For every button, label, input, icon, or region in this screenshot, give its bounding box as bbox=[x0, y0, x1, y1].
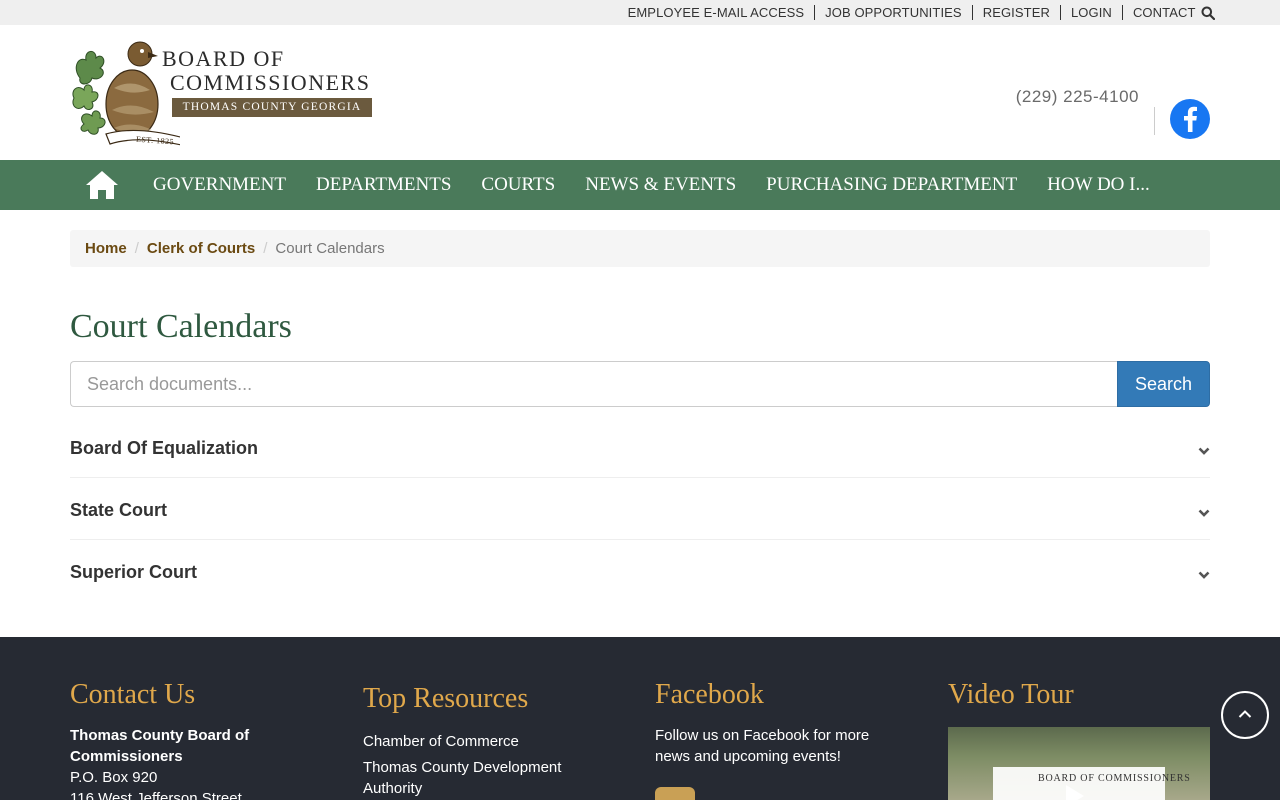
chevron-down-icon bbox=[1198, 571, 1210, 579]
contact-link[interactable]: CONTACT bbox=[1121, 4, 1219, 21]
search-icon[interactable] bbox=[1201, 6, 1215, 21]
logo-line-2: COMMISSIONERS bbox=[170, 70, 371, 95]
footer-facebook-heading: Facebook bbox=[655, 679, 764, 710]
resource-development-authority-link[interactable]: Thomas County Development Authority bbox=[363, 757, 603, 799]
footer-contact-heading: Contact Us bbox=[70, 679, 196, 710]
county-logo[interactable]: BOARD OF COMMISSIONERS THOMAS COUNTY GEO… bbox=[70, 38, 375, 150]
document-search: Search bbox=[70, 361, 1210, 407]
breadcrumb-current: Court Calendars bbox=[275, 240, 385, 257]
contact-link-label: CONTACT bbox=[1132, 4, 1196, 20]
site-footer: Contact Us Thomas County Board of Commis… bbox=[0, 637, 1280, 800]
footer-org-name: Thomas County Board of Commissioners bbox=[70, 727, 250, 765]
nav-government[interactable]: GOVERNMENT bbox=[153, 174, 286, 196]
utility-links: EMPLOYEE E-MAIL ACCESS JOB OPPORTUNITIES… bbox=[618, 0, 1219, 25]
site-header: BOARD OF COMMISSIONERS THOMAS COUNTY GEO… bbox=[0, 25, 1280, 160]
chevron-down-icon bbox=[1198, 447, 1210, 455]
video-thumb-text: BOARD OF COMMISSIONERS bbox=[1038, 773, 1191, 784]
logo-band: THOMAS COUNTY GEORGIA bbox=[172, 98, 372, 117]
breadcrumb: Home / Clerk of Courts / Court Calendars bbox=[70, 230, 1210, 267]
search-input[interactable] bbox=[70, 361, 1117, 407]
nav-news-events[interactable]: NEWS & EVENTS bbox=[585, 174, 736, 196]
accordion-superior-court[interactable]: Superior Court bbox=[70, 540, 1210, 602]
footer-address-2: 116 West Jefferson Street bbox=[70, 790, 242, 800]
footer-facebook-text: Follow us on Facebook for more news and … bbox=[655, 727, 870, 765]
accordion-state-court[interactable]: State Court bbox=[70, 478, 1210, 540]
facebook-icon bbox=[1184, 106, 1197, 132]
resource-chamber-link[interactable]: Chamber of Commerce bbox=[363, 731, 603, 752]
chevron-up-icon bbox=[1238, 710, 1252, 718]
logo-line-1: BOARD OF bbox=[162, 46, 285, 71]
footer-contact: Contact Us Thomas County Board of Commis… bbox=[70, 679, 320, 800]
footer-resources-list: Chamber of Commerce Thomas County Develo… bbox=[363, 731, 603, 799]
breadcrumb-separator: / bbox=[263, 240, 268, 257]
scroll-to-top-button[interactable] bbox=[1221, 691, 1269, 739]
nav-how-do-i[interactable]: HOW DO I... bbox=[1047, 174, 1150, 196]
header-divider bbox=[1154, 107, 1155, 135]
play-icon bbox=[1066, 785, 1084, 800]
nav-courts[interactable]: COURTS bbox=[481, 174, 555, 196]
accordion-label: State Court bbox=[70, 500, 168, 520]
employee-email-link[interactable]: EMPLOYEE E-MAIL ACCESS bbox=[618, 5, 815, 20]
chevron-down-icon bbox=[1198, 509, 1210, 517]
facebook-button[interactable] bbox=[1170, 99, 1210, 139]
footer-video-heading: Video Tour bbox=[948, 679, 1074, 710]
breadcrumb-separator: / bbox=[134, 240, 139, 257]
breadcrumb-home[interactable]: Home bbox=[85, 240, 127, 257]
footer-resources: Top Resources Chamber of Commerce Thomas… bbox=[363, 683, 603, 799]
register-link[interactable]: REGISTER bbox=[971, 5, 1060, 20]
nav-departments[interactable]: DEPARTMENTS bbox=[316, 174, 451, 196]
accordion-label: Superior Court bbox=[70, 562, 198, 582]
nav-purchasing[interactable]: PURCHASING DEPARTMENT bbox=[766, 174, 1017, 196]
utility-bar: EMPLOYEE E-MAIL ACCESS JOB OPPORTUNITIES… bbox=[0, 0, 1280, 25]
main-nav: GOVERNMENT DEPARTMENTS COURTS NEWS & EVE… bbox=[0, 160, 1280, 210]
job-opportunities-link[interactable]: JOB OPPORTUNITIES bbox=[814, 5, 972, 20]
accordion-label: Board Of Equalization bbox=[70, 438, 259, 458]
login-link[interactable]: LOGIN bbox=[1059, 5, 1122, 20]
video-tour-thumbnail[interactable]: BOARD OF COMMISSIONERS bbox=[948, 727, 1210, 800]
footer-video: Video Tour bbox=[948, 679, 1210, 711]
footer-resources-heading: Top Resources bbox=[363, 683, 529, 714]
accordion-board-of-equalization[interactable]: Board Of Equalization bbox=[70, 416, 1210, 478]
search-button[interactable]: Search bbox=[1117, 361, 1210, 407]
phone-number[interactable]: (229) 225-4100 bbox=[1016, 87, 1139, 107]
breadcrumb-clerk-of-courts[interactable]: Clerk of Courts bbox=[147, 240, 255, 257]
footer-facebook: Facebook Follow us on Facebook for more … bbox=[655, 679, 905, 767]
facebook-square-icon[interactable] bbox=[655, 787, 695, 800]
home-icon[interactable] bbox=[84, 169, 120, 201]
page-title: Court Calendars bbox=[70, 308, 292, 345]
footer-address-1: P.O. Box 920 bbox=[70, 769, 158, 786]
